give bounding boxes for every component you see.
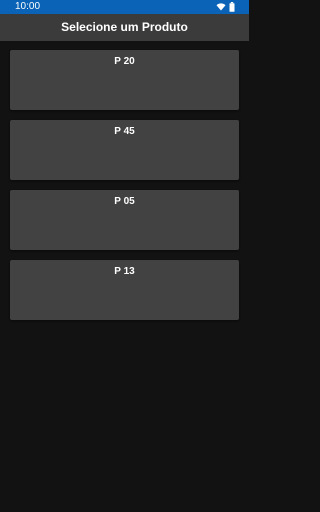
product-list: P 20 P 45 P 05 P 13 (10, 50, 239, 330)
product-label: P 13 (114, 266, 135, 277)
app-bar: Selecione um Produto (0, 14, 249, 41)
page-title: Selecione um Produto (61, 20, 188, 34)
wifi-icon (216, 3, 226, 11)
product-card-p05[interactable]: P 05 (10, 190, 239, 250)
status-icons (216, 2, 235, 12)
status-bar: 10:00 (0, 0, 249, 14)
product-label: P 05 (114, 196, 135, 207)
product-label: P 20 (114, 56, 135, 67)
product-card-p20[interactable]: P 20 (10, 50, 239, 110)
product-card-p45[interactable]: P 45 (10, 120, 239, 180)
product-label: P 45 (114, 126, 135, 137)
status-time: 10:00 (15, 1, 41, 12)
product-card-p13[interactable]: P 13 (10, 260, 239, 320)
battery-icon (229, 2, 235, 12)
